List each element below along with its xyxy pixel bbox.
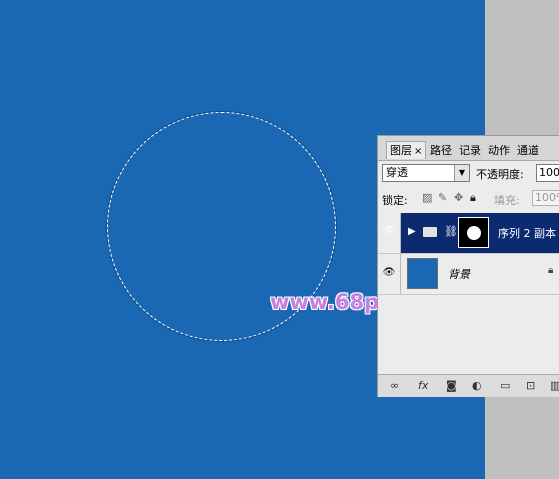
layer-name: 序列 2 副本: [498, 227, 556, 240]
fill-input[interactable]: 100%: [532, 190, 559, 206]
lock-all-icon[interactable]: 🔒︎: [470, 191, 476, 205]
link-layers-icon[interactable]: ∞: [390, 379, 399, 392]
tab-layers[interactable]: 图层 ×: [386, 141, 427, 159]
eye-icon[interactable]: 👁︎: [382, 225, 396, 239]
blend-mode-value: 穿透: [386, 166, 408, 179]
layer-name: 背景: [448, 268, 470, 281]
layer-row-group[interactable]: 👁︎ ▶ ⛓︎ 序列 2 副本: [378, 213, 559, 254]
tab-paths[interactable]: 路径: [430, 142, 452, 159]
fx-icon[interactable]: fx: [418, 379, 428, 392]
lock-transparency-icon[interactable]: ▨: [422, 191, 432, 204]
layer-mask-thumbnail[interactable]: [458, 217, 489, 248]
panel-bottom-toolbar: ∞ fx ◙ ◐ ▭ ⊡ ▥: [378, 374, 559, 397]
adjustment-layer-icon[interactable]: ◐: [472, 379, 482, 392]
opacity-label: 不透明度:: [476, 168, 524, 181]
panel-tabs: 图层 × 路径 记录 动作 通道: [378, 136, 559, 161]
blend-mode-select[interactable]: 穿透 ▼: [382, 164, 470, 182]
lock-row: 锁定: ▨ ✎ ✥ 🔒︎ 填充: 100%: [382, 190, 559, 208]
chevron-down-icon[interactable]: ▼: [454, 165, 469, 181]
tab-actions[interactable]: 动作: [488, 142, 510, 159]
mask-circle: [467, 226, 481, 240]
lock-icon: 🔒︎: [548, 265, 554, 276]
add-mask-icon[interactable]: ◙: [446, 379, 457, 392]
tab-channels[interactable]: 通道: [517, 142, 539, 159]
close-icon[interactable]: ×: [414, 146, 422, 157]
folder-icon: [423, 227, 437, 237]
link-chain-icon[interactable]: ⛓︎: [444, 225, 458, 238]
eye-icon[interactable]: 👁︎: [382, 266, 396, 280]
lock-position-icon[interactable]: ✥: [454, 191, 463, 204]
lock-label: 锁定:: [382, 194, 408, 207]
layer-row-background[interactable]: 👁︎ 背景 🔒︎: [378, 254, 559, 295]
layer-thumbnail: [407, 258, 438, 289]
tab-history[interactable]: 记录: [459, 142, 481, 159]
layers-panel: 图层× 路径 记录 动作 通道 穿透 ▼ 不透明度: 100% 锁定: ▨ ✎ …: [377, 135, 559, 397]
blend-row: 穿透 ▼ 不透明度: 100%: [382, 164, 559, 184]
fill-label: 填充:: [494, 194, 520, 207]
new-group-icon[interactable]: ▭: [500, 379, 510, 392]
opacity-input[interactable]: 100%: [536, 164, 559, 182]
expand-triangle-icon[interactable]: ▶: [408, 226, 416, 237]
new-layer-icon[interactable]: ⊡: [526, 379, 535, 392]
lock-pixels-icon[interactable]: ✎: [438, 191, 447, 204]
delete-layer-icon[interactable]: ▥: [550, 379, 559, 392]
layers-list: 👁︎ ▶ ⛓︎ 序列 2 副本 👁︎ 背景 🔒︎: [378, 213, 559, 295]
